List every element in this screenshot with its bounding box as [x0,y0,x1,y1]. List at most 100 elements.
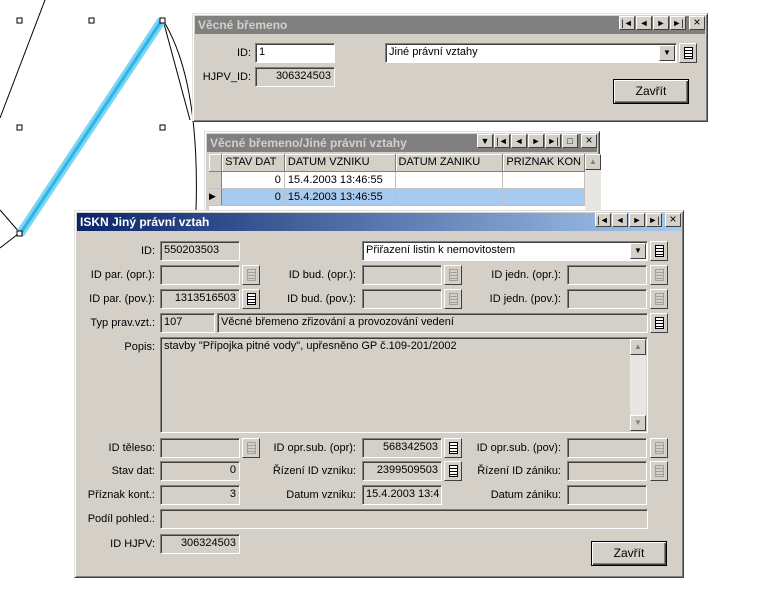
cell-datum-vzniku[interactable]: 15.4.2003 13:46:55 [284,171,396,189]
opr-sub-opr-lookup[interactable] [444,438,462,458]
prev-record-button[interactable]: ◄ [612,213,628,227]
form-icon [448,465,458,477]
chevron-down-icon[interactable]: ▼ [630,243,646,259]
cell-priznak[interactable] [502,171,585,189]
id-field[interactable]: 550203503 [160,241,240,261]
id-label: ID: [140,245,155,257]
first-record-button[interactable]: |◄ [595,213,611,227]
scroll-down-icon[interactable]: ▼ [630,415,646,431]
hjpv-field[interactable]: 306324503 [160,534,240,554]
id-jedn-opr-field[interactable] [567,265,647,285]
column-header[interactable]: DATUM ZANIKU [395,154,504,172]
rizeni-zaniku-lookup[interactable] [650,461,668,481]
cell-datum-zaniku[interactable] [395,188,504,206]
data-grid[interactable]: STAV DAT DATUM VZNIKU DATUM ZANIKU PRIZN… [209,154,585,212]
hjpv-field[interactable]: 306324503 [255,67,335,87]
typ-lookup-button[interactable] [650,313,668,333]
datum-zaniku-label: Datum zániku: [490,489,561,501]
id-jedn-pov-field[interactable] [567,289,647,309]
close-icon[interactable]: × [665,213,681,227]
prev-record-button[interactable]: ◄ [511,134,527,148]
popis-label: Popis: [124,341,155,353]
podil-field[interactable] [160,509,648,529]
id-bud-opr-lookup[interactable] [444,265,462,285]
column-header[interactable]: STAV DAT [221,154,285,172]
close-button[interactable]: Zavřít [591,541,667,566]
last-record-button[interactable]: ►| [646,213,662,227]
id-par-opr-lookup[interactable] [242,265,260,285]
cell-datum-zaniku[interactable] [395,171,504,189]
id-bud-pov-field[interactable] [362,289,442,309]
form-icon [246,269,256,281]
id-par-pov-label: ID par. (pov.): [89,293,155,305]
id-jedn-pov-lookup[interactable] [650,289,668,309]
assignment-lookup-button[interactable] [650,241,668,261]
id-jedn-opr-lookup[interactable] [650,265,668,285]
row-indicator[interactable] [209,171,223,189]
maximize-icon[interactable]: □ [562,134,578,148]
table-row[interactable]: 0 15.4.2003 13:46:55 [209,171,585,189]
close-icon[interactable]: × [581,134,597,148]
first-record-button[interactable]: |◄ [619,16,635,30]
cell-datum-vzniku[interactable]: 15.4.2003 13:46:55 [284,188,396,206]
opr-sub-pov-lookup[interactable] [650,438,668,458]
id-par-pov-lookup[interactable] [242,289,260,309]
next-record-button[interactable]: ► [653,16,669,30]
id-bud-pov-label: ID bud. (pov.): [287,293,356,305]
type-select[interactable]: Jiné právní vztahy ▼ [385,43,677,63]
cell-stav-dat[interactable]: 0 [221,171,285,189]
scroll-up-icon[interactable]: ▲ [585,154,601,170]
opr-sub-pov-label: ID opr.sub. (pov): [476,442,561,454]
rizeni-vzniku-lookup[interactable] [444,461,462,481]
opr-sub-pov-field[interactable] [567,438,647,458]
rizeni-vzniku-field[interactable]: 2399509503 [362,461,442,481]
id-field[interactable]: 1 [255,43,335,63]
assignment-value: Přiřazení listin k nemovitostem [366,244,516,256]
close-button[interactable]: Zavřít [613,79,689,104]
stav-label: Stav dat: [111,465,155,477]
last-record-button[interactable]: ►| [670,16,686,30]
lookup-button[interactable] [679,43,697,63]
priznak-label: Příznak kont.: [87,489,155,501]
close-icon[interactable]: × [689,16,705,30]
prev-record-button[interactable]: ◄ [636,16,652,30]
priznak-field[interactable]: 3 [160,485,240,505]
typ-code-field[interactable]: 107 [160,313,215,333]
stav-field[interactable]: 0 [160,461,240,481]
cell-stav-dat[interactable]: 0 [221,188,285,206]
column-header[interactable]: DATUM VZNIKU [284,154,396,172]
grid-scrollbar[interactable]: ▲ [585,154,601,212]
teleso-field[interactable] [160,438,240,458]
assignment-select[interactable]: Přiřazení listin k nemovitostem ▼ [362,241,648,261]
teleso-lookup[interactable] [242,438,260,458]
cell-priznak[interactable] [502,188,585,206]
table-row[interactable]: ▶ 0 15.4.2003 13:46:55 [209,188,585,206]
form-icon [683,47,693,59]
filter-icon[interactable]: ▼ [477,134,493,148]
current-row-indicator[interactable]: ▶ [209,188,223,206]
typ-text-field[interactable]: Věcné břemeno zřizování a provozování ve… [217,313,648,333]
next-record-button[interactable]: ► [528,134,544,148]
last-record-button[interactable]: ►| [545,134,561,148]
iskn-title: ISKN Jiný právní vztah [77,213,681,231]
datum-zaniku-field[interactable] [567,485,647,505]
popis-textarea[interactable]: stavby "Přípojka pitné vody", upřesněno … [160,337,648,433]
next-record-button[interactable]: ► [629,213,645,227]
id-par-pov-field[interactable]: 1313516503 [160,289,240,309]
first-record-button[interactable]: |◄ [494,134,510,148]
id-par-opr-field[interactable] [160,265,240,285]
grid-corner [209,154,223,172]
form-icon [448,293,458,305]
popis-scrollbar[interactable]: ▲ ▼ [630,339,646,431]
form-icon [448,269,458,281]
column-header[interactable]: PRIZNAK KON [502,154,585,172]
scroll-up-icon[interactable]: ▲ [630,339,646,355]
rizeni-zaniku-field[interactable] [567,461,647,481]
opr-sub-opr-field[interactable]: 568342503 [362,438,442,458]
id-bud-pov-lookup[interactable] [444,289,462,309]
form-icon [246,442,256,454]
chevron-down-icon[interactable]: ▼ [659,45,675,61]
id-bud-opr-label: ID bud. (opr.): [288,269,356,281]
id-bud-opr-field[interactable] [362,265,442,285]
datum-vzniku-field[interactable]: 15.4.2003 13:4 [362,485,442,505]
